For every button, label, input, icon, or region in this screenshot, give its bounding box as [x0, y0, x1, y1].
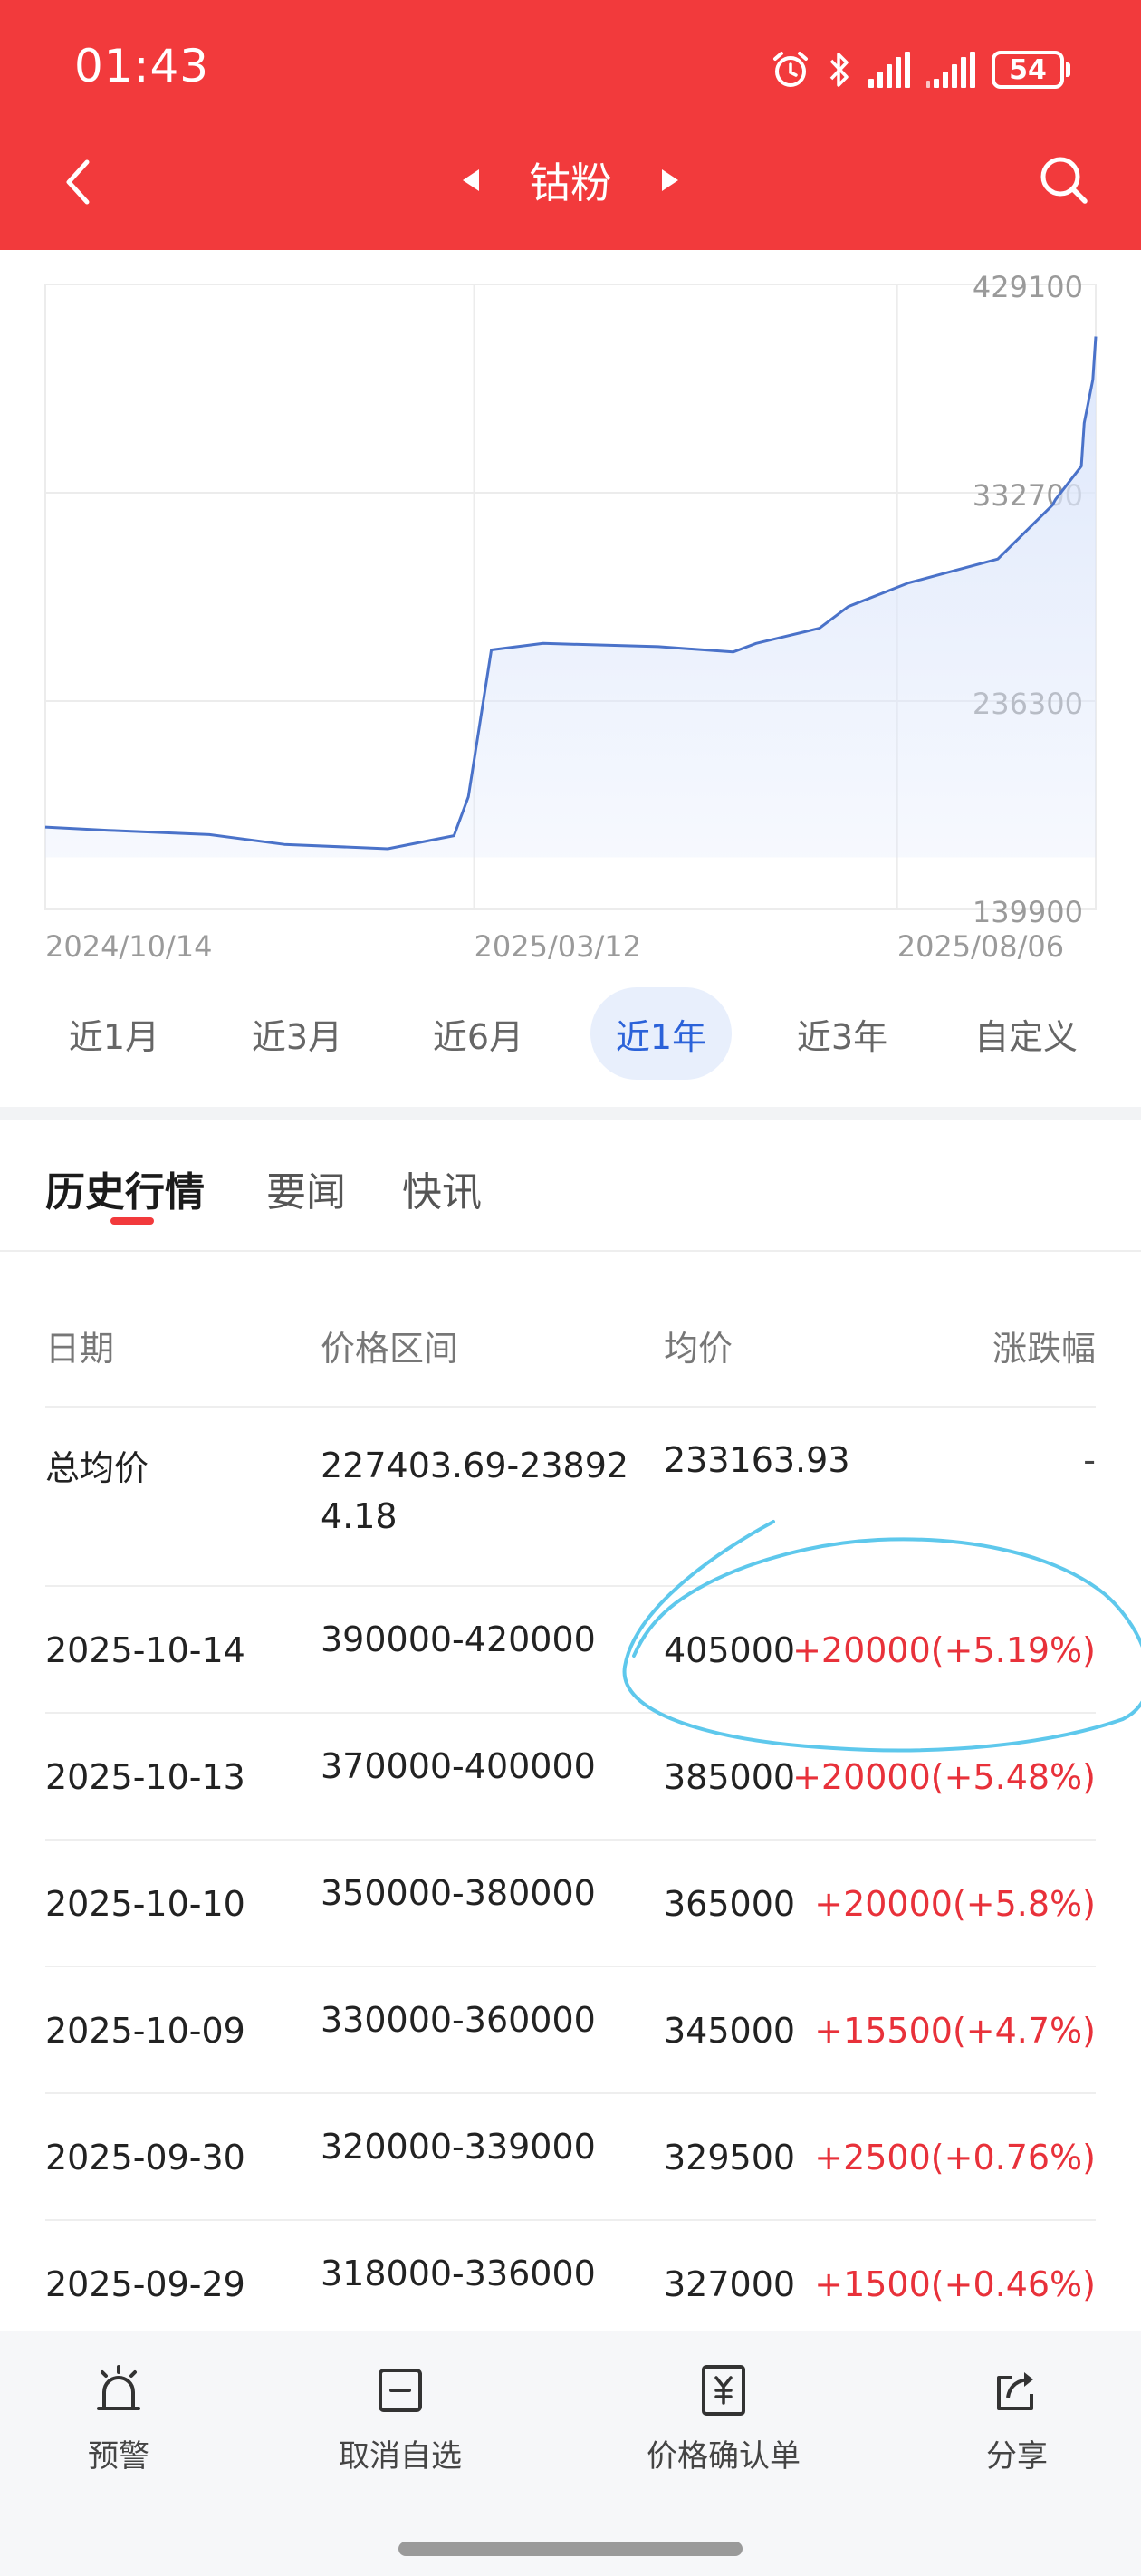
- row-change: +2500(+0.76%): [814, 2138, 1096, 2177]
- row-avg: 365000: [664, 1884, 796, 1924]
- active-tab-underline: [110, 1217, 154, 1225]
- bottom-action-bar: 预警 取消自选 价格确认单 分享: [0, 2331, 1141, 2576]
- table-row[interactable]: 2025-10-09 330000-360000 345000 +15500(+…: [45, 1967, 1096, 2094]
- price-confirm-label: 价格确认单: [647, 2438, 801, 2475]
- y-tick-label: 139900: [973, 895, 1083, 929]
- section-divider: [0, 1107, 1141, 1120]
- area-fill: [45, 336, 1096, 858]
- summary-change: -: [1083, 1440, 1096, 1480]
- title-switcher: 钴粉: [0, 150, 1141, 210]
- prev-item-button[interactable]: [453, 153, 489, 207]
- remove-watchlist-button[interactable]: 取消自选: [339, 2359, 462, 2475]
- alert-label: 预警: [88, 2438, 149, 2475]
- alarm-icon: [773, 52, 808, 87]
- range-tab-custom[interactable]: 自定义: [949, 987, 1103, 1080]
- remove-watchlist-label: 取消自选: [339, 2438, 462, 2475]
- row-date: 2025-09-30: [45, 2138, 245, 2177]
- alarm-bell-icon: [87, 2359, 150, 2422]
- alert-button[interactable]: 预警: [87, 2359, 150, 2475]
- row-avg: 327000: [664, 2264, 796, 2304]
- table-row[interactable]: 2025-09-29 318000-336000 327000 +1500(+0…: [45, 2221, 1096, 2348]
- price-chart-svg[interactable]: 4291003327002363001399002024/10/142025/0…: [0, 250, 1141, 984]
- battery-icon: 54: [992, 51, 1070, 89]
- history-table: 日期 价格区间 均价 涨跌幅 总均价 227403.69-238924.18 2…: [45, 1252, 1096, 2348]
- row-range: 320000-339000: [321, 2127, 596, 2167]
- minus-square-icon: [369, 2359, 432, 2422]
- row-date: 2025-10-14: [45, 1630, 245, 1670]
- header-date: 日期: [45, 1329, 115, 1369]
- row-avg: 329500: [664, 2138, 796, 2177]
- row-date: 2025-09-29: [45, 2264, 245, 2304]
- row-range: 330000-360000: [321, 2000, 596, 2040]
- tab-news[interactable]: 要闻: [266, 1159, 346, 1217]
- table-row[interactable]: 2025-09-30 320000-339000 329500 +2500(+0…: [45, 2094, 1096, 2221]
- range-tab-1y[interactable]: 近1年: [590, 987, 732, 1080]
- row-date: 2025-10-10: [45, 1884, 245, 1924]
- app-header: 01:43 54 钴粉: [0, 0, 1141, 250]
- summary-avg: 233163.93: [664, 1440, 850, 1480]
- handwritten-circle-annotation: [622, 1520, 1141, 1753]
- row-date: 2025-10-13: [45, 1757, 245, 1797]
- status-time: 01:43: [74, 40, 210, 92]
- table-header: 日期 价格区间 均价 涨跌幅: [45, 1252, 1096, 1408]
- x-tick-label: 2025/03/12: [475, 929, 641, 964]
- battery-level: 54: [992, 51, 1064, 89]
- price-document-icon: [692, 2359, 755, 2422]
- next-item-button[interactable]: [652, 153, 688, 207]
- header-avg: 均价: [664, 1329, 734, 1369]
- row-date: 2025-10-09: [45, 2011, 245, 2051]
- range-tab-3m[interactable]: 近3月: [225, 987, 369, 1080]
- signal-icon: [868, 52, 910, 88]
- header-change: 涨跌幅: [992, 1329, 1096, 1369]
- range-tabs: 近1月 近3月 近6月 近1年 近3年 自定义: [0, 987, 1141, 1080]
- search-button[interactable]: [1032, 149, 1096, 212]
- range-tab-6m[interactable]: 近6月: [406, 987, 551, 1080]
- status-icons: 54: [771, 42, 1070, 98]
- range-tab-3y[interactable]: 近3年: [770, 987, 915, 1080]
- x-tick-label: 2024/10/14: [45, 929, 212, 964]
- row-range: 350000-380000: [321, 1873, 596, 1913]
- y-tick-label: 429100: [973, 270, 1083, 304]
- row-range: 318000-336000: [321, 2254, 596, 2293]
- tab-flash[interactable]: 快讯: [402, 1159, 482, 1217]
- share-button[interactable]: 分享: [985, 2359, 1049, 2475]
- range-tab-1m[interactable]: 近1月: [42, 987, 187, 1080]
- row-avg: 345000: [664, 2011, 796, 2051]
- tab-history[interactable]: 历史行情: [45, 1159, 205, 1217]
- home-indicator: [398, 2542, 743, 2556]
- share-icon: [985, 2359, 1049, 2422]
- price-chart[interactable]: 4291003327002363001399002024/10/142025/0…: [0, 250, 1141, 1107]
- row-change: +15500(+4.7%): [814, 2011, 1096, 2051]
- summary-label: 总均价: [45, 1448, 149, 1488]
- signal-icon-2: [926, 52, 975, 88]
- search-icon: [1040, 157, 1088, 204]
- x-tick-label: 2025/08/06: [897, 929, 1064, 964]
- page-title: 钴粉: [529, 159, 612, 207]
- row-change: +20000(+5.8%): [814, 1884, 1096, 1924]
- share-label: 分享: [986, 2438, 1048, 2475]
- bluetooth-icon: [829, 53, 849, 87]
- header-range: 价格区间: [321, 1329, 459, 1369]
- table-row[interactable]: 2025-10-10 350000-380000 365000 +20000(+…: [45, 1841, 1096, 1967]
- content-tabs: 历史行情 要闻 快讯: [0, 1120, 1141, 1252]
- caret-right-icon: [662, 169, 678, 191]
- row-change: +1500(+0.46%): [814, 2264, 1096, 2304]
- price-confirm-button[interactable]: 价格确认单: [647, 2359, 801, 2475]
- caret-left-icon: [463, 169, 479, 191]
